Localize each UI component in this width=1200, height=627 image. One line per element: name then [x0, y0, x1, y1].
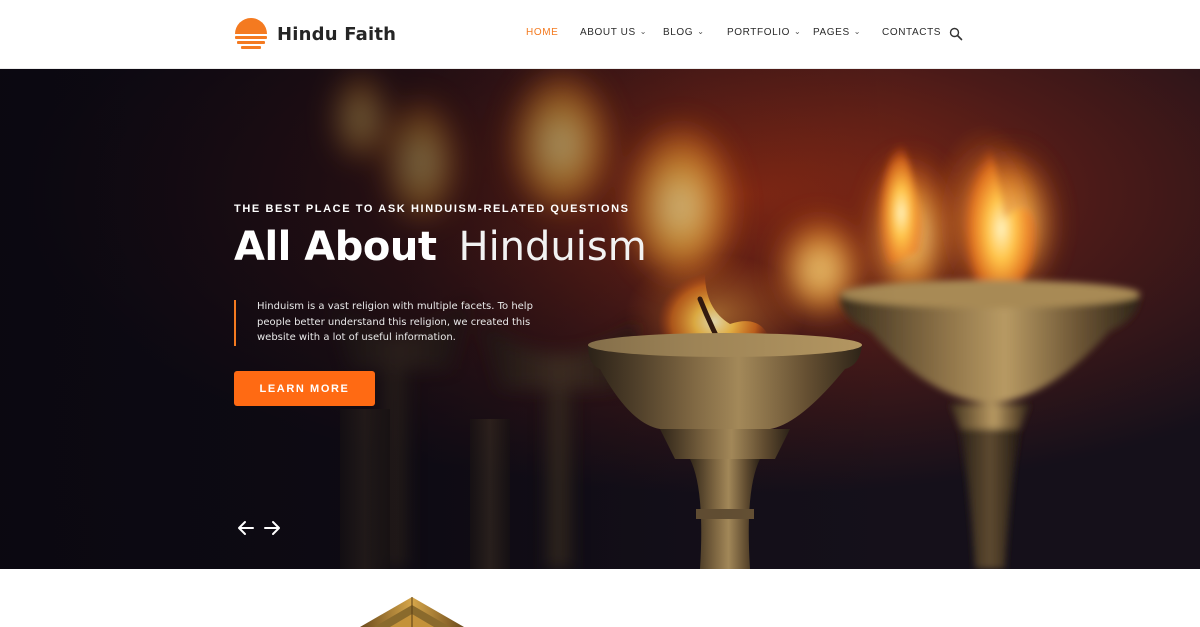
hero-overlay: [0, 69, 1200, 569]
hero-title-bold: All About: [234, 224, 437, 270]
arrow-left-icon[interactable]: [236, 518, 256, 538]
hero-title: All About Hinduism: [234, 223, 647, 271]
nav-item-blog[interactable]: BLOG ⌄: [663, 27, 705, 38]
site-header: Hindu Faith HOME ABOUT US ⌄ BLOG ⌄ PORTF…: [0, 0, 1200, 69]
nav-item-label: PAGES: [813, 27, 850, 38]
nav-item-label: ABOUT US: [580, 27, 636, 38]
nav-item-pages[interactable]: PAGES ⌄: [813, 27, 861, 38]
nav-item-contacts[interactable]: CONTACTS: [882, 27, 941, 38]
nav-item-label: PORTFOLIO: [727, 27, 791, 38]
learn-more-button[interactable]: LEARN MORE: [234, 371, 375, 406]
chevron-down-icon: ⌄: [794, 27, 802, 36]
nav-item-portfolio[interactable]: PORTFOLIO ⌄: [727, 27, 801, 38]
hero-description-block: Hinduism is a vast religion with multipl…: [234, 300, 534, 346]
search-icon[interactable]: [949, 27, 963, 41]
hero-slider: THE BEST PLACE TO ASK HINDUISM-RELATED Q…: [0, 69, 1200, 569]
temple-icon: [360, 597, 464, 627]
hero-description: Hinduism is a vast religion with multipl…: [257, 301, 533, 343]
nav-item-about-us[interactable]: ABOUT US ⌄: [580, 27, 647, 38]
arrow-right-icon[interactable]: [262, 518, 282, 538]
chevron-down-icon: ⌄: [639, 27, 648, 36]
nav-item-label: BLOG: [663, 27, 694, 38]
intro-section: [0, 569, 1200, 627]
hero-kicker: THE BEST PLACE TO ASK HINDUISM-RELATED Q…: [234, 203, 630, 215]
nav-item-label: HOME: [526, 27, 559, 38]
main-nav: HOME ABOUT US ⌄ BLOG ⌄ PORTFOLIO ⌄ PAGES…: [0, 27, 1200, 43]
hero-title-light: Hinduism: [458, 224, 647, 270]
chevron-down-icon: ⌄: [697, 27, 705, 36]
chevron-down-icon: ⌄: [853, 27, 862, 36]
nav-item-label: CONTACTS: [882, 27, 942, 38]
nav-item-home[interactable]: HOME: [526, 27, 558, 38]
